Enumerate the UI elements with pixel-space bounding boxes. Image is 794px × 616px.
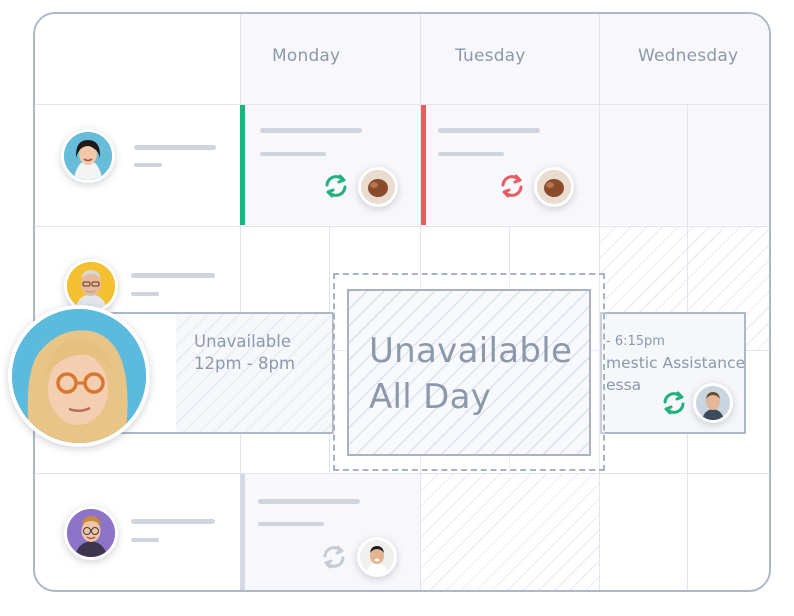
employee-name-placeholder — [131, 273, 215, 278]
cell-bg — [421, 105, 599, 225]
avatar-photo — [67, 509, 115, 557]
avatar-photo — [360, 540, 394, 574]
day-header-tuesday: Tuesday — [455, 46, 526, 66]
employee-role-placeholder — [131, 292, 159, 296]
shift-status-accent-grey — [240, 474, 245, 590]
shift-title-placeholder — [260, 128, 362, 133]
shift-time-placeholder — [260, 152, 326, 156]
shift-title-placeholder — [258, 499, 360, 504]
avatar-photo — [537, 170, 571, 204]
cell-bg — [240, 474, 420, 590]
avatar-photo — [696, 386, 730, 420]
client-avatar[interactable] — [357, 537, 397, 577]
cell-bg — [240, 105, 420, 225]
employee-name-placeholder — [131, 519, 215, 524]
cell-bg — [600, 105, 769, 225]
client-avatar[interactable] — [358, 167, 398, 207]
avatar-photo — [361, 170, 395, 204]
shift-title-placeholder — [438, 128, 540, 133]
all-day-line-2: All Day — [369, 377, 492, 417]
grid-line — [35, 104, 769, 105]
shift-time: - 6:15pm — [606, 334, 665, 349]
unavailable-label: Unavailable — [194, 332, 292, 351]
employee-name-placeholder — [134, 145, 216, 150]
unavailable-all-day-card[interactable]: Unavailable All Day — [347, 289, 591, 456]
sync-icon[interactable] — [498, 172, 526, 200]
employee-role-placeholder — [134, 163, 162, 167]
selected-employee-avatar[interactable] — [8, 305, 150, 447]
client-avatar[interactable] — [534, 167, 574, 207]
employee-avatar[interactable] — [64, 506, 118, 560]
shift-client: essa — [606, 376, 642, 394]
shift-time-placeholder — [438, 152, 504, 156]
shift-status-accent-green — [240, 105, 245, 225]
unavailable-cell — [421, 474, 599, 590]
shift-time-placeholder — [258, 522, 324, 526]
client-avatar[interactable] — [693, 383, 733, 423]
sync-icon[interactable] — [320, 543, 348, 571]
avatar-photo — [67, 262, 115, 310]
day-header-monday: Monday — [272, 46, 341, 66]
grid-line — [35, 226, 769, 227]
employee-role-placeholder — [131, 538, 159, 542]
avatar-photo — [64, 132, 112, 180]
shift-title: mestic Assistance — [606, 354, 746, 372]
unavailable-time: 12pm - 8pm — [194, 354, 296, 373]
sync-icon[interactable] — [660, 389, 688, 417]
day-header-wednesday: Wednesday — [638, 46, 739, 66]
avatar-photo — [12, 309, 146, 443]
grid-line — [35, 473, 769, 474]
employee-avatar[interactable] — [61, 129, 115, 183]
sync-icon[interactable] — [322, 172, 350, 200]
all-day-line-1: Unavailable — [369, 331, 573, 371]
shift-status-accent-red — [421, 105, 426, 225]
